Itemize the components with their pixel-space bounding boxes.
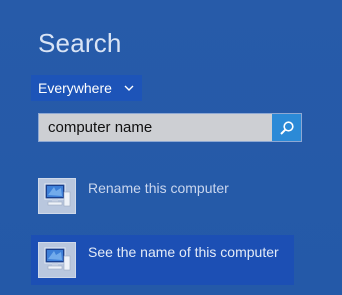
result-label: See the name of this computer [88, 244, 279, 260]
search-input[interactable] [39, 114, 272, 141]
search-button[interactable] [272, 114, 301, 141]
search-scope-label: Everywhere [38, 80, 112, 96]
computer-icon [38, 178, 76, 214]
computer-icon [38, 242, 76, 278]
search-charm-pane: Search Everywhere Rename this co [0, 0, 342, 295]
search-box [38, 113, 302, 142]
search-result-rename-computer[interactable]: Rename this computer [31, 171, 294, 218]
chevron-down-icon [124, 85, 134, 91]
result-label: Rename this computer [88, 180, 229, 196]
pane-title: Search [38, 28, 122, 58]
search-result-see-computer-name[interactable]: See the name of this computer [31, 235, 294, 285]
magnifier-icon [279, 120, 294, 135]
search-scope-dropdown[interactable]: Everywhere [31, 75, 142, 101]
